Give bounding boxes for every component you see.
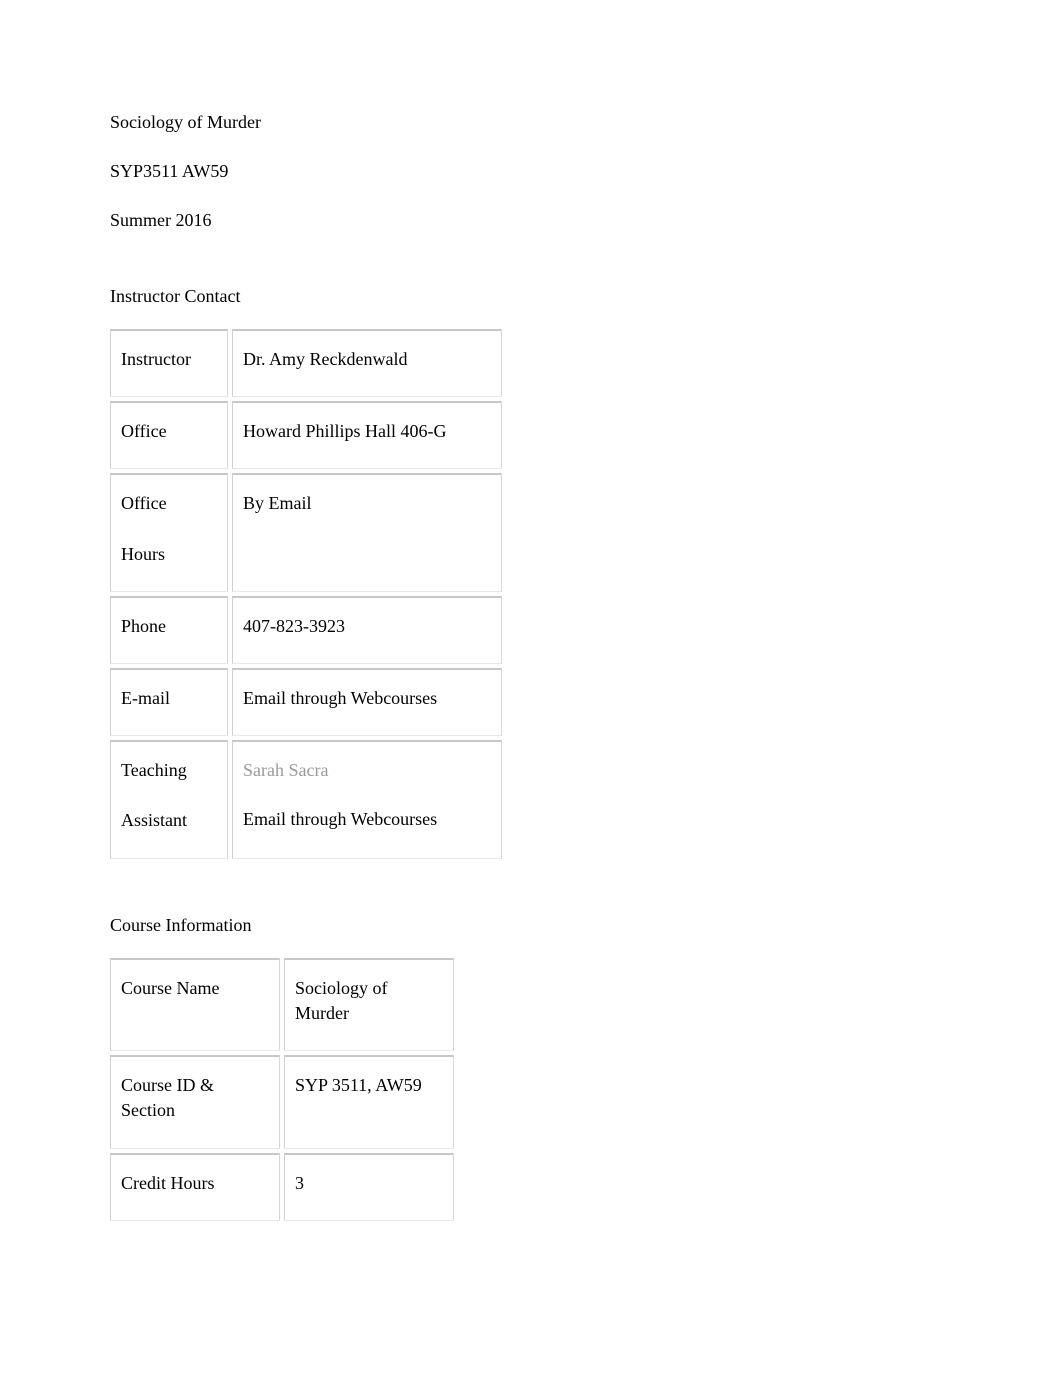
ta-label-line2: Assistant (121, 810, 187, 830)
course-info-heading: Course Information (110, 913, 952, 938)
table-row: Phone 407-823-3923 (110, 596, 502, 664)
instructor-contact-table: Instructor Dr. Amy Reckdenwald Office Ho… (106, 325, 506, 863)
ta-value: Sarah Sacra Email through Webcourses (232, 740, 502, 859)
table-row: Teaching Assistant Sarah Sacra Email thr… (110, 740, 502, 859)
office-hours-label-line1: Office (121, 493, 167, 513)
email-value: Email through Webcourses (232, 668, 502, 736)
office-hours-label: Office Hours (110, 473, 228, 592)
table-row: Course ID & Section SYP 3511, AW59 (110, 1055, 454, 1148)
course-id-label-line1: Course ID & (121, 1075, 214, 1095)
instructor-contact-heading: Instructor Contact (110, 284, 952, 309)
office-value: Howard Phillips Hall 406-G (232, 401, 502, 469)
office-hours-value: By Email (232, 473, 502, 592)
ta-label-line1: Teaching (121, 760, 187, 780)
ta-email: Email through Webcourses (243, 807, 485, 832)
course-info-table: Course Name Sociology of Murder Course I… (106, 954, 458, 1225)
office-label: Office (110, 401, 228, 469)
course-name-label: Course Name (110, 958, 280, 1051)
ta-name: Sarah Sacra (243, 760, 328, 780)
table-row: Credit Hours 3 (110, 1153, 454, 1221)
ta-label: Teaching Assistant (110, 740, 228, 859)
credit-hours-value: 3 (284, 1153, 454, 1221)
course-id-value: SYP 3511, AW59 (284, 1055, 454, 1148)
phone-value: 407-823-3923 (232, 596, 502, 664)
course-id-label: Course ID & Section (110, 1055, 280, 1148)
table-row: Office Hours By Email (110, 473, 502, 592)
table-row: Instructor Dr. Amy Reckdenwald (110, 329, 502, 397)
table-row: Office Howard Phillips Hall 406-G (110, 401, 502, 469)
course-name-value: Sociology of Murder (284, 958, 454, 1051)
credit-hours-label: Credit Hours (110, 1153, 280, 1221)
table-row: Course Name Sociology of Murder (110, 958, 454, 1051)
doc-title: Sociology of Murder (110, 110, 952, 135)
term: Summer 2016 (110, 208, 952, 233)
course-code: SYP3511 AW59 (110, 159, 952, 184)
email-label: E-mail (110, 668, 228, 736)
phone-label: Phone (110, 596, 228, 664)
instructor-label: Instructor (110, 329, 228, 397)
instructor-value: Dr. Amy Reckdenwald (232, 329, 502, 397)
office-hours-label-line2: Hours (121, 544, 165, 564)
table-row: E-mail Email through Webcourses (110, 668, 502, 736)
course-id-label-line2: Section (121, 1100, 175, 1120)
